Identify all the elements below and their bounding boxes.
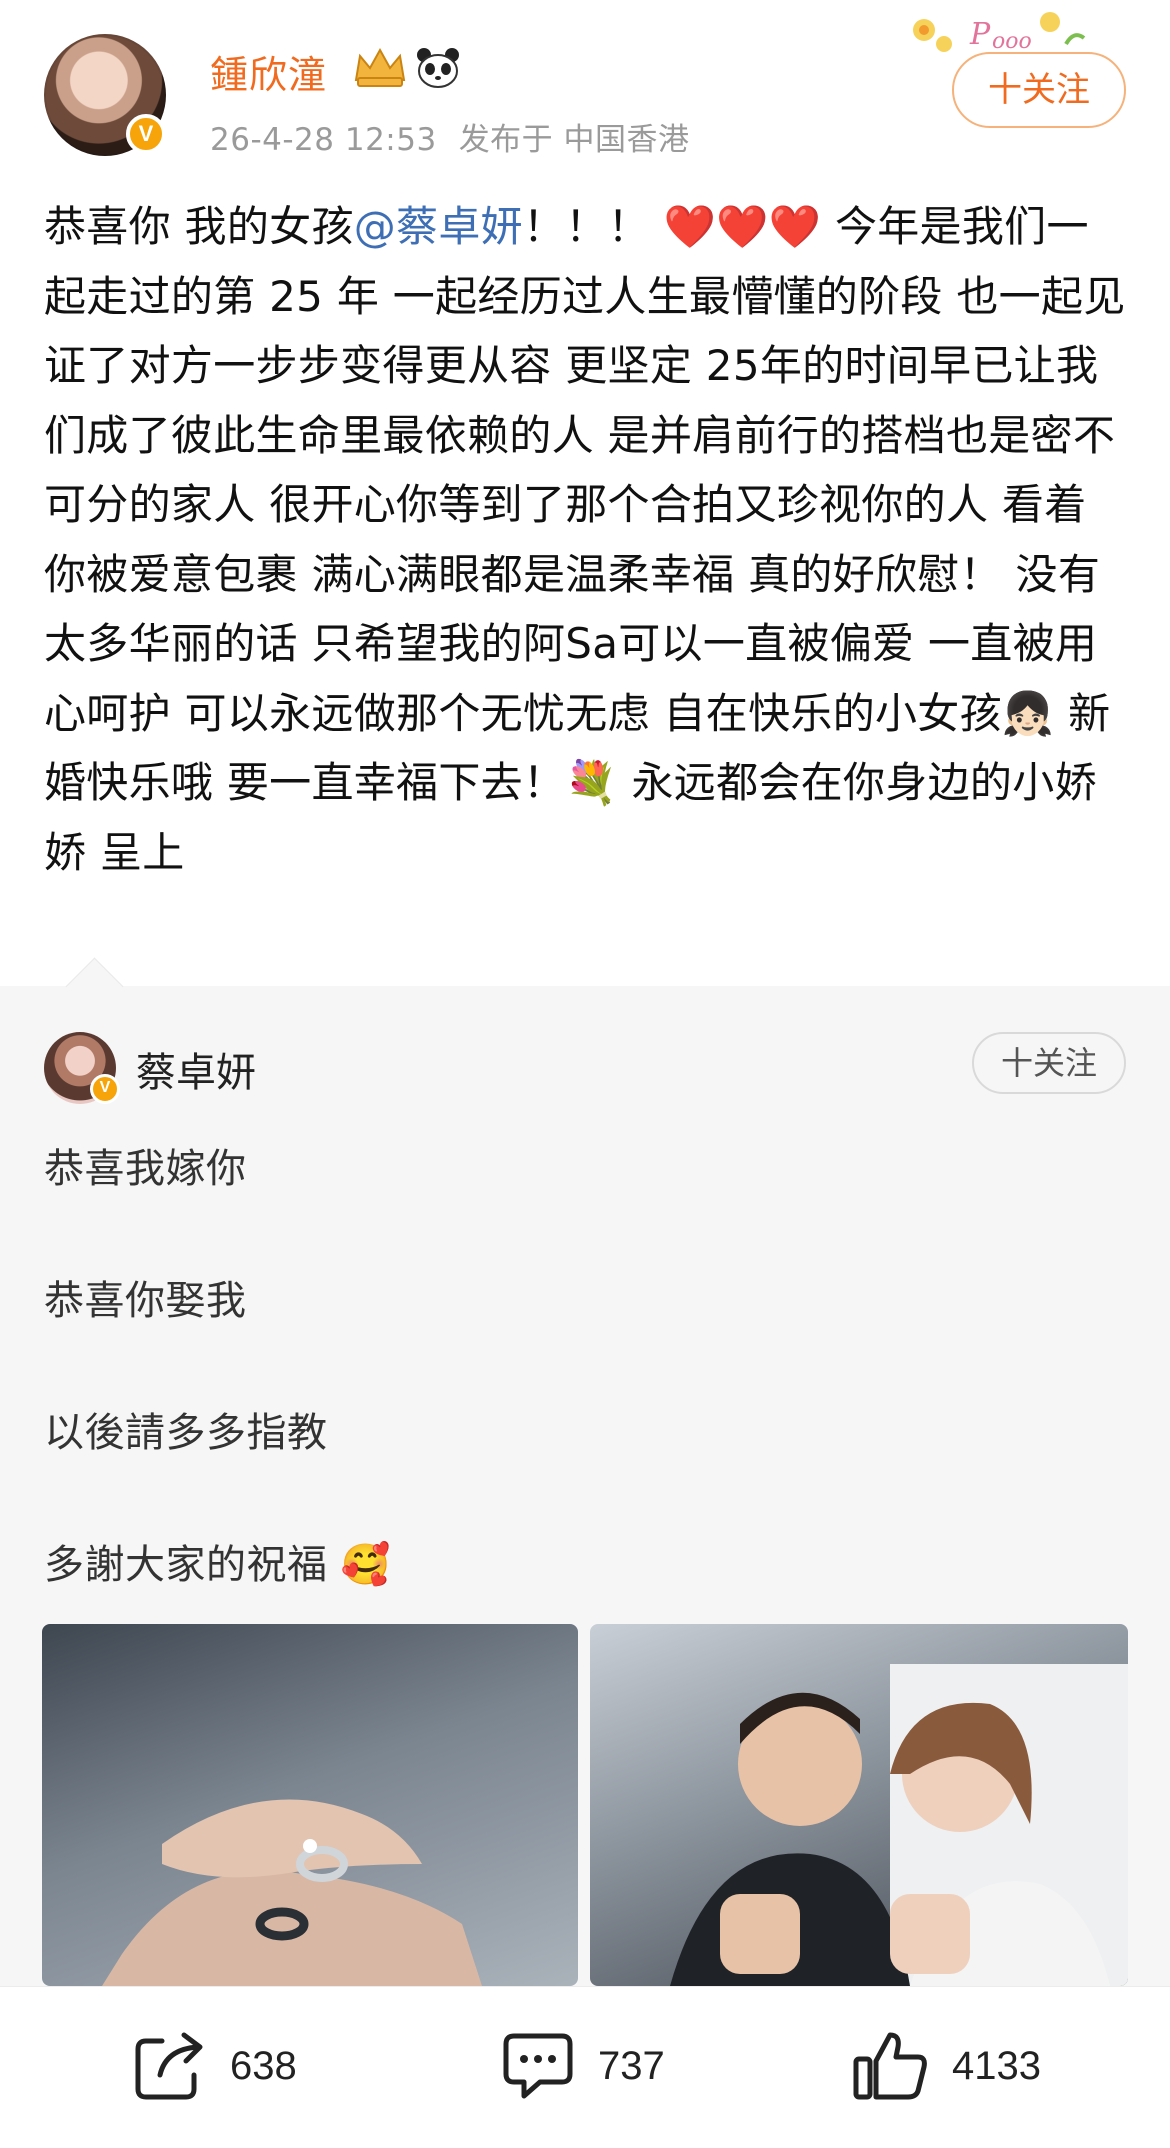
like-count: 4133	[952, 2043, 1041, 2088]
svg-text:ooo: ooo	[992, 29, 1032, 54]
follow-button[interactable]: 十关注	[952, 52, 1126, 128]
vip-crown-icon	[354, 47, 406, 87]
comment-icon	[503, 2033, 573, 2099]
author-name[interactable]: 鍾欣潼	[210, 44, 327, 99]
repost-line: 以後請多多指教	[44, 1410, 328, 1456]
svg-text:P: P	[969, 17, 991, 52]
panda-icon	[417, 48, 459, 88]
comment-button[interactable]: 737	[500, 2030, 665, 2102]
repost-photo-rings[interactable]	[42, 1624, 578, 1986]
repost-line: 恭喜我嫁你	[44, 1146, 247, 1192]
post-text-body: ！！！ ❤️❤️❤️ 今年是我们一起走过的第 25 年 一起经历过人生最懵懂的阶…	[44, 202, 1126, 877]
post-timestamp: 26-4-28 12:53	[210, 122, 437, 158]
post-meta: 26-4-28 12:53 发布于 中国香港	[210, 114, 712, 159]
post-text-intro: 恭喜你 我的女孩	[44, 202, 354, 251]
hands-rings-image	[102, 1799, 482, 1986]
repost-author-name[interactable]: 蔡卓妍	[136, 1040, 256, 1098]
post-body: 恭喜你 我的女孩@蔡卓妍！！！ ❤️❤️❤️ 今年是我们一起走过的第 25 年 …	[44, 192, 1128, 887]
share-icon	[135, 2032, 203, 2100]
couple-image	[670, 1664, 1128, 1986]
repost-line: 多謝大家的祝福 🥰	[44, 1542, 392, 1588]
repost-verified-badge-icon: V	[90, 1074, 120, 1104]
comment-count: 737	[598, 2043, 665, 2088]
mention-link[interactable]: @蔡卓妍	[354, 202, 523, 251]
thumbs-up-icon	[853, 2032, 927, 2100]
share-button[interactable]: 638	[132, 2030, 297, 2102]
repost-line: 恭喜你娶我	[44, 1278, 247, 1324]
verified-badge-icon: V	[126, 114, 166, 154]
post-location: 发布于 中国香港	[458, 122, 690, 158]
share-count: 638	[230, 2043, 297, 2088]
repost-follow-button[interactable]: 十关注	[972, 1032, 1126, 1094]
like-button[interactable]: 4133	[852, 2030, 1041, 2102]
repost-photo-couple[interactable]	[590, 1624, 1128, 1986]
